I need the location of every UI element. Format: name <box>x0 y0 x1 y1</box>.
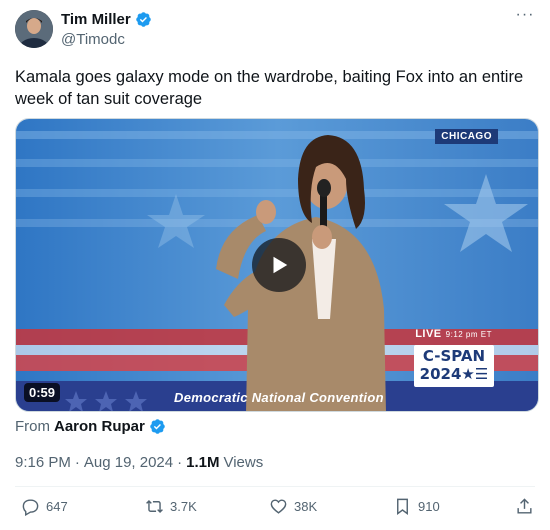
like-count: 38K <box>294 499 318 514</box>
meta-separator: · <box>177 454 183 471</box>
from-label: From <box>15 418 50 435</box>
author-avatar[interactable] <box>15 10 53 48</box>
live-indicator: LIVE 9:12 pm ET <box>415 328 492 340</box>
live-label: LIVE <box>415 328 442 340</box>
meta-separator: · <box>74 454 80 471</box>
network-logo: C-SPAN 2024★☰ <box>414 345 494 387</box>
avatar-image <box>15 10 53 48</box>
author-handle[interactable]: @Timodc <box>61 31 125 48</box>
video-duration: 0:59 <box>24 383 61 402</box>
tweet-date[interactable]: Aug 19, 2024 <box>84 454 173 471</box>
heart-icon <box>270 499 287 514</box>
live-time: 9:12 pm ET <box>445 330 492 339</box>
action-bar: 647 3.7K 38K 910 <box>15 497 535 521</box>
play-button[interactable] <box>252 238 306 292</box>
like-button[interactable]: 38K <box>269 497 317 516</box>
tweet-time[interactable]: 9:16 PM <box>15 454 71 471</box>
repost-icon <box>146 499 163 514</box>
repost-button[interactable]: 3.7K <box>145 497 197 516</box>
bookmark-button[interactable]: 910 <box>393 497 440 516</box>
share-button[interactable] <box>515 497 534 516</box>
more-horizontal-icon[interactable]: ··· <box>515 7 535 28</box>
share-icon <box>517 498 532 514</box>
reply-count: 647 <box>46 499 68 514</box>
verified-badge-icon <box>149 418 166 435</box>
verified-badge-icon <box>135 11 152 28</box>
divider <box>15 486 535 487</box>
views-count: 1.1M <box>186 454 220 471</box>
reply-icon <box>22 499 39 516</box>
event-banner: Democratic National Convention <box>174 390 384 405</box>
bookmark-icon <box>397 498 408 516</box>
from-author-link[interactable]: Aaron Rupar <box>54 418 145 435</box>
reply-button[interactable]: 647 <box>21 497 68 516</box>
network-logo-line2: 2024★☰ <box>419 365 489 383</box>
tweet-card: Tim Miller @Timodc ··· Kamala goes galax… <box>0 0 550 530</box>
views-label: Views <box>223 454 264 471</box>
video-attribution: From Aaron Rupar <box>15 418 166 435</box>
play-icon <box>273 256 288 274</box>
video-player[interactable]: CHICAGO LIVE 9:12 pm ET C-SPAN 2024★☰ Dem… <box>15 118 539 412</box>
tweet-text: Kamala goes galaxy mode on the wardrobe,… <box>15 68 524 108</box>
location-badge: CHICAGO <box>435 129 498 144</box>
tweet-meta: 9:16 PM · Aug 19, 2024 · 1.1M Views <box>15 454 263 471</box>
network-logo-line1: C-SPAN <box>422 347 486 365</box>
repost-count: 3.7K <box>170 499 197 514</box>
bookmark-count: 910 <box>418 499 440 514</box>
author-name-row: Tim Miller <box>61 11 152 28</box>
author-display-name[interactable]: Tim Miller <box>61 11 131 28</box>
